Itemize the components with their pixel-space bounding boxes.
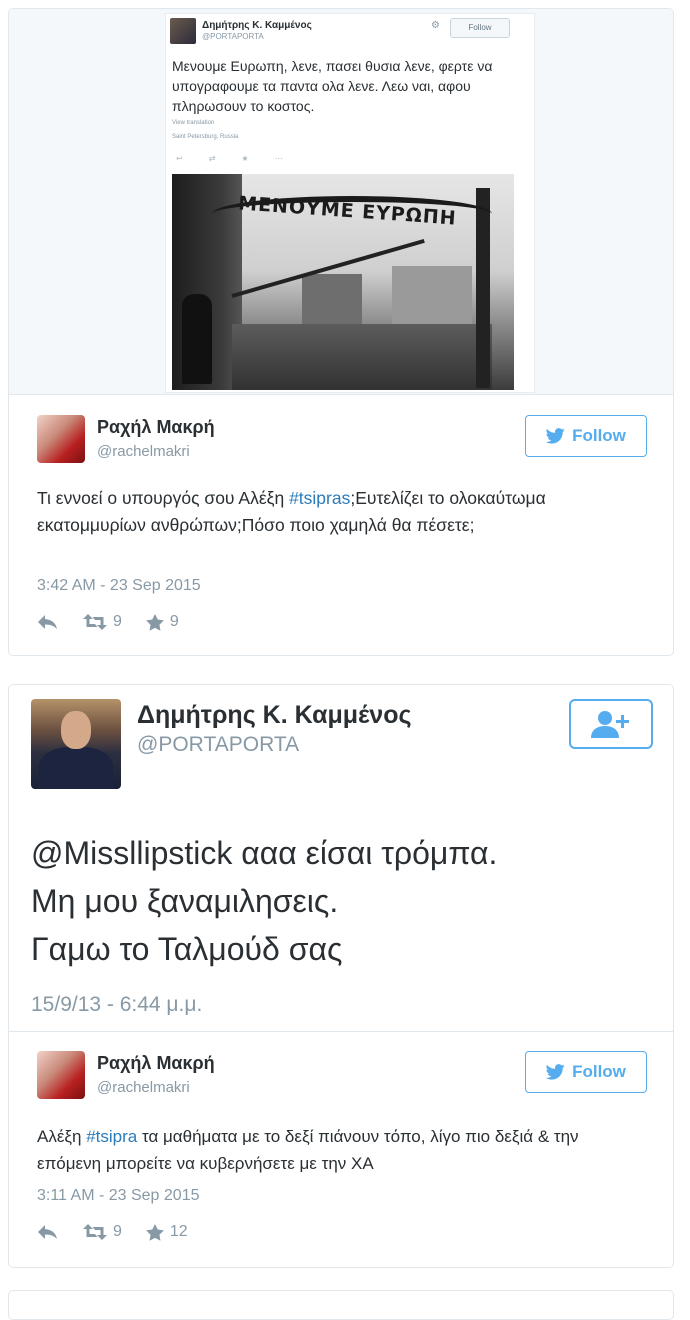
quoted-follow-button[interactable] [569,699,653,749]
tweet-text: Αλέξη #tsipra τα μαθήματα με το δεξί πιά… [37,1123,637,1177]
next-tweet-card [8,1290,674,1320]
author-handle[interactable]: @rachelmakri [97,443,190,460]
follow-label: Follow [572,1062,626,1081]
tweet-text-part: Τι εννοεί ο υπουργός σου Αλέξη [37,488,290,508]
retweet-count: 9 [113,613,122,630]
hashtag-link[interactable]: #tsipras [289,488,350,508]
favorite-count: 9 [169,613,179,630]
quoted-line: Γαμω το Ταλμούδ σας [31,931,343,967]
screenshot-author-handle: @PORTAPORTA [202,32,264,41]
retweet-icon [83,1224,107,1240]
favorite-action[interactable]: 9 [146,613,179,631]
quoted-line: @Missllipstick ααα είσαι τρόμπα. [31,835,498,871]
gear-icon: ⚙ [431,20,440,31]
favorite-action[interactable]: 12 [146,1223,188,1241]
add-user-icon [591,711,629,738]
reply-action[interactable] [37,614,59,630]
screenshot-author-name: Δημήτρης Κ. Καμμένος [202,20,312,31]
author-handle[interactable]: @rachelmakri [97,1079,190,1096]
screenshot-location: Saint Petersburg, Russia [172,134,239,140]
twitter-bird-icon [546,1064,565,1080]
favorite-star-icon [146,1223,164,1241]
tweet-card-rachel-2: Δημήτρης Κ. Καμμένος @PORTAPORTA @Missll… [8,684,674,1268]
retweet-action[interactable]: 9 [83,613,122,631]
screenshot-follow-button: Follow [450,18,510,38]
screenshot-photo: ΜΕΝΟΥΜΕ ΕΥΡΩΠΗ [172,174,514,390]
reply-action[interactable] [37,1224,59,1240]
embedded-tweet-screenshot: Δημήτρης Κ. Καμμένος @PORTAPORTA ⚙ Follo… [165,13,535,393]
tweet-text: Τι εννοεί ο υπουργός σου Αλέξη #tsipras;… [37,485,657,539]
reply-icon [38,615,57,629]
tweet-timestamp[interactable]: 3:11 AM - 23 Sep 2015 [37,1187,199,1205]
tweet-actions: 9 9 [37,613,203,631]
author-name[interactable]: Ραχήλ Μακρή [97,417,215,438]
follow-button[interactable]: Follow [525,415,647,457]
author-name[interactable]: Ραχήλ Μακρή [97,1053,215,1074]
follow-label: Follow [572,426,626,445]
quoted-line: Μη μου ξαναμιλησεις. [31,883,339,919]
avatar[interactable] [37,415,85,463]
quoted-tweet-text: @Missllipstick ααα είσαι τρόμπα. Μη μου … [31,829,497,973]
screenshot-actions: ↩⇄★⋯ [176,154,309,163]
retweet-action[interactable]: 9 [83,1223,122,1241]
retweet-count: 9 [113,1223,122,1240]
tweet-timestamp[interactable]: 3:42 AM - 23 Sep 2015 [37,577,201,595]
screenshot-avatar [170,18,196,44]
screenshot-follow-label: Follow [468,23,492,32]
tweet-actions: 9 12 [37,1223,212,1241]
quoted-author-name[interactable]: Δημήτρης Κ. Καμμένος [137,701,412,730]
follow-button[interactable]: Follow [525,1051,647,1093]
avatar[interactable] [37,1051,85,1099]
quoted-avatar[interactable] [31,699,121,789]
reply-icon [38,1225,57,1239]
tweet-card-rachel-1: Δημήτρης Κ. Καμμένος @PORTAPORTA ⚙ Follo… [8,8,674,656]
screenshot-view-translation: View translation [172,120,215,126]
quoted-author-handle[interactable]: @PORTAPORTA [137,733,299,757]
tweet-text-part: Αλέξη [37,1127,87,1146]
favorite-count: 12 [169,1223,188,1240]
twitter-bird-icon [546,428,565,444]
retweet-icon [83,614,107,630]
hashtag-link[interactable]: #tsipra [86,1127,137,1146]
screenshot-tweet-text: Μενουμε Ευρωπη, λενε, πασει θυσια λενε, … [172,58,493,114]
quoted-timestamp: 15/9/13 - 6:44 μ.μ. [31,993,203,1016]
embedded-screenshot-area: Δημήτρης Κ. Καμμένος @PORTAPORTA ⚙ Follo… [9,9,673,395]
divider [9,1031,673,1032]
favorite-star-icon [146,613,164,631]
